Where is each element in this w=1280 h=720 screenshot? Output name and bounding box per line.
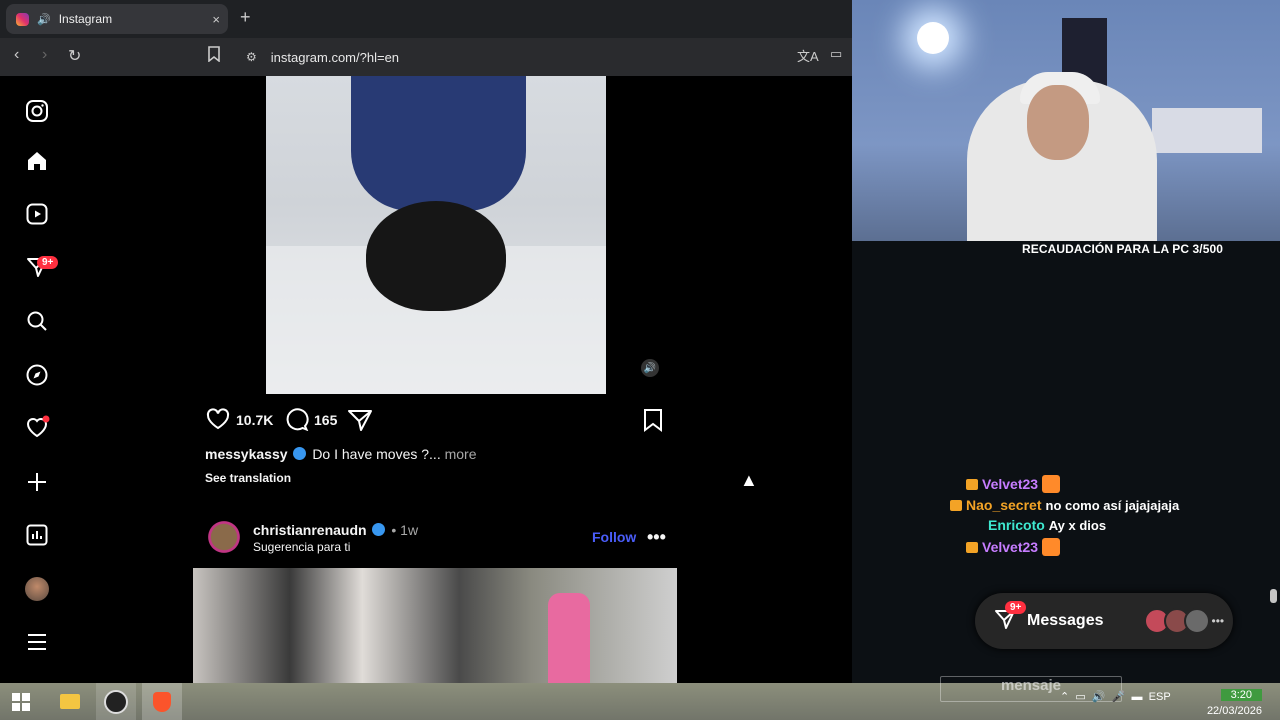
language-indicator[interactable]: ESP	[1149, 691, 1171, 703]
post-time: • 1w	[391, 522, 419, 538]
volume-icon[interactable]: 🔊	[1092, 691, 1106, 703]
battery-icon[interactable]: ▬	[1132, 691, 1143, 703]
instagram-logo-icon[interactable]	[22, 96, 52, 126]
caption-text: Do I have moves ?...	[312, 446, 441, 462]
chat-message: Enricoto Ay x dios	[988, 517, 1106, 533]
mouse-cursor-icon: ▲	[740, 470, 758, 490]
obs-icon[interactable]	[96, 683, 136, 720]
post-caption: messykassy Do I have moves ?... more	[205, 446, 477, 462]
chat-message: Nao_secret no como así jajajajaja	[950, 497, 1179, 513]
video-frame-image	[266, 76, 606, 394]
chat-username: Velvet23	[982, 539, 1039, 555]
save-icon[interactable]	[643, 408, 663, 437]
clock[interactable]: 3:20 22/03/2026	[1200, 687, 1262, 719]
like-icon[interactable]	[205, 407, 231, 436]
clock-time: 3:20	[1220, 689, 1262, 701]
chat-text: no como así jajajajaja	[1045, 497, 1180, 513]
chat-username: Nao_secret	[966, 497, 1042, 513]
forward-icon[interactable]: ›	[42, 46, 47, 64]
more-options-icon[interactable]: •••	[647, 527, 666, 548]
follow-button[interactable]: Follow	[592, 529, 636, 545]
browser-tab[interactable]: 🔊 Instagram ×	[6, 4, 228, 34]
crown-icon	[966, 478, 978, 490]
messages-badge: 9+	[1005, 600, 1027, 614]
tray-chevron-icon[interactable]: ⌃	[1060, 691, 1069, 703]
reels-icon[interactable]	[22, 199, 52, 229]
close-tab-icon[interactable]: ×	[212, 12, 220, 27]
back-icon[interactable]: ‹	[14, 46, 19, 64]
emoji-icon	[1042, 538, 1061, 556]
reload-icon[interactable]: ↻	[68, 46, 81, 66]
notifications-heart-icon[interactable]	[22, 412, 52, 442]
chat-username: Enricoto	[988, 517, 1045, 533]
chat-username: Velvet23	[982, 476, 1039, 492]
more-menu-icon[interactable]	[22, 627, 52, 657]
direct-messages-icon: 9+	[993, 600, 1027, 636]
webcam-feed-image	[852, 0, 1280, 241]
messages-label: Messages	[1027, 612, 1104, 629]
emoji-icon	[1042, 475, 1061, 493]
microphone-icon[interactable]: 🎤	[1112, 691, 1126, 703]
chat-message: Velvet23	[966, 475, 1061, 493]
mute-icon[interactable]: 🔊	[641, 359, 659, 377]
profile-avatar[interactable]	[22, 574, 52, 604]
brave-browser-icon[interactable]	[142, 683, 182, 720]
post-author-avatar[interactable]	[204, 517, 244, 557]
post-author-name[interactable]: christianrenaudn	[253, 522, 367, 538]
clock-date: 22/03/2026	[1206, 705, 1262, 717]
comment-icon[interactable]	[283, 407, 309, 436]
bookmark-icon[interactable]	[207, 46, 221, 67]
caption-username[interactable]: messykassy	[205, 446, 288, 462]
avatar	[1183, 608, 1210, 634]
site-settings-icon[interactable]: ⚙	[246, 50, 257, 64]
like-count: 10.7K	[236, 412, 274, 428]
share-icon[interactable]	[347, 408, 373, 437]
translate-icon[interactable]: 文A	[797, 46, 819, 65]
notifications-badge: 9+	[37, 252, 59, 270]
url-text[interactable]: instagram.com/?hl=en	[271, 50, 399, 65]
dashboard-icon[interactable]	[22, 520, 52, 550]
caption-more-link[interactable]: more	[445, 446, 477, 462]
chat-message: Velvet23	[966, 538, 1061, 556]
cast-icon[interactable]: ▭	[830, 46, 842, 62]
crown-icon	[950, 499, 962, 511]
file-explorer-icon[interactable]	[50, 683, 90, 720]
address-bar[interactable]: ⚙ instagram.com/?hl=en	[236, 43, 846, 71]
network-icon[interactable]: ▭	[1075, 691, 1085, 703]
instagram-favicon-icon	[16, 12, 29, 26]
stream-goal-text: RECAUDACIÓN PARA LA PC 3/500	[1022, 242, 1224, 256]
verified-icon	[372, 523, 386, 536]
windows-start-icon[interactable]	[12, 693, 30, 711]
system-tray[interactable]: ⌃ ▭ 🔊 🎤 ▬ ESP	[1060, 690, 1171, 703]
messages-button[interactable]: 9+ Messages •••	[975, 593, 1233, 649]
tab-title: Instagram	[58, 12, 113, 26]
explore-icon[interactable]	[22, 360, 52, 390]
post-media-image[interactable]	[193, 568, 677, 683]
chat-text: Ay x dios	[1048, 517, 1107, 533]
scrollbar-thumb[interactable]	[1270, 589, 1277, 603]
verified-icon	[293, 447, 307, 460]
search-icon[interactable]	[22, 306, 52, 336]
speaker-icon[interactable]: 🔊	[37, 13, 51, 26]
new-tab-button[interactable]: +	[240, 7, 251, 28]
home-icon[interactable]	[22, 146, 52, 176]
post-suggestion-label: Sugerencia para ti	[253, 540, 351, 554]
more-avatars-icon: •••	[1211, 614, 1225, 628]
crown-icon	[966, 541, 978, 553]
see-translation-link[interactable]: See translation	[205, 471, 291, 485]
create-icon[interactable]	[22, 467, 52, 497]
comment-count: 165	[314, 412, 338, 428]
post-author-username[interactable]: christianrenaudn • 1w	[253, 522, 418, 538]
